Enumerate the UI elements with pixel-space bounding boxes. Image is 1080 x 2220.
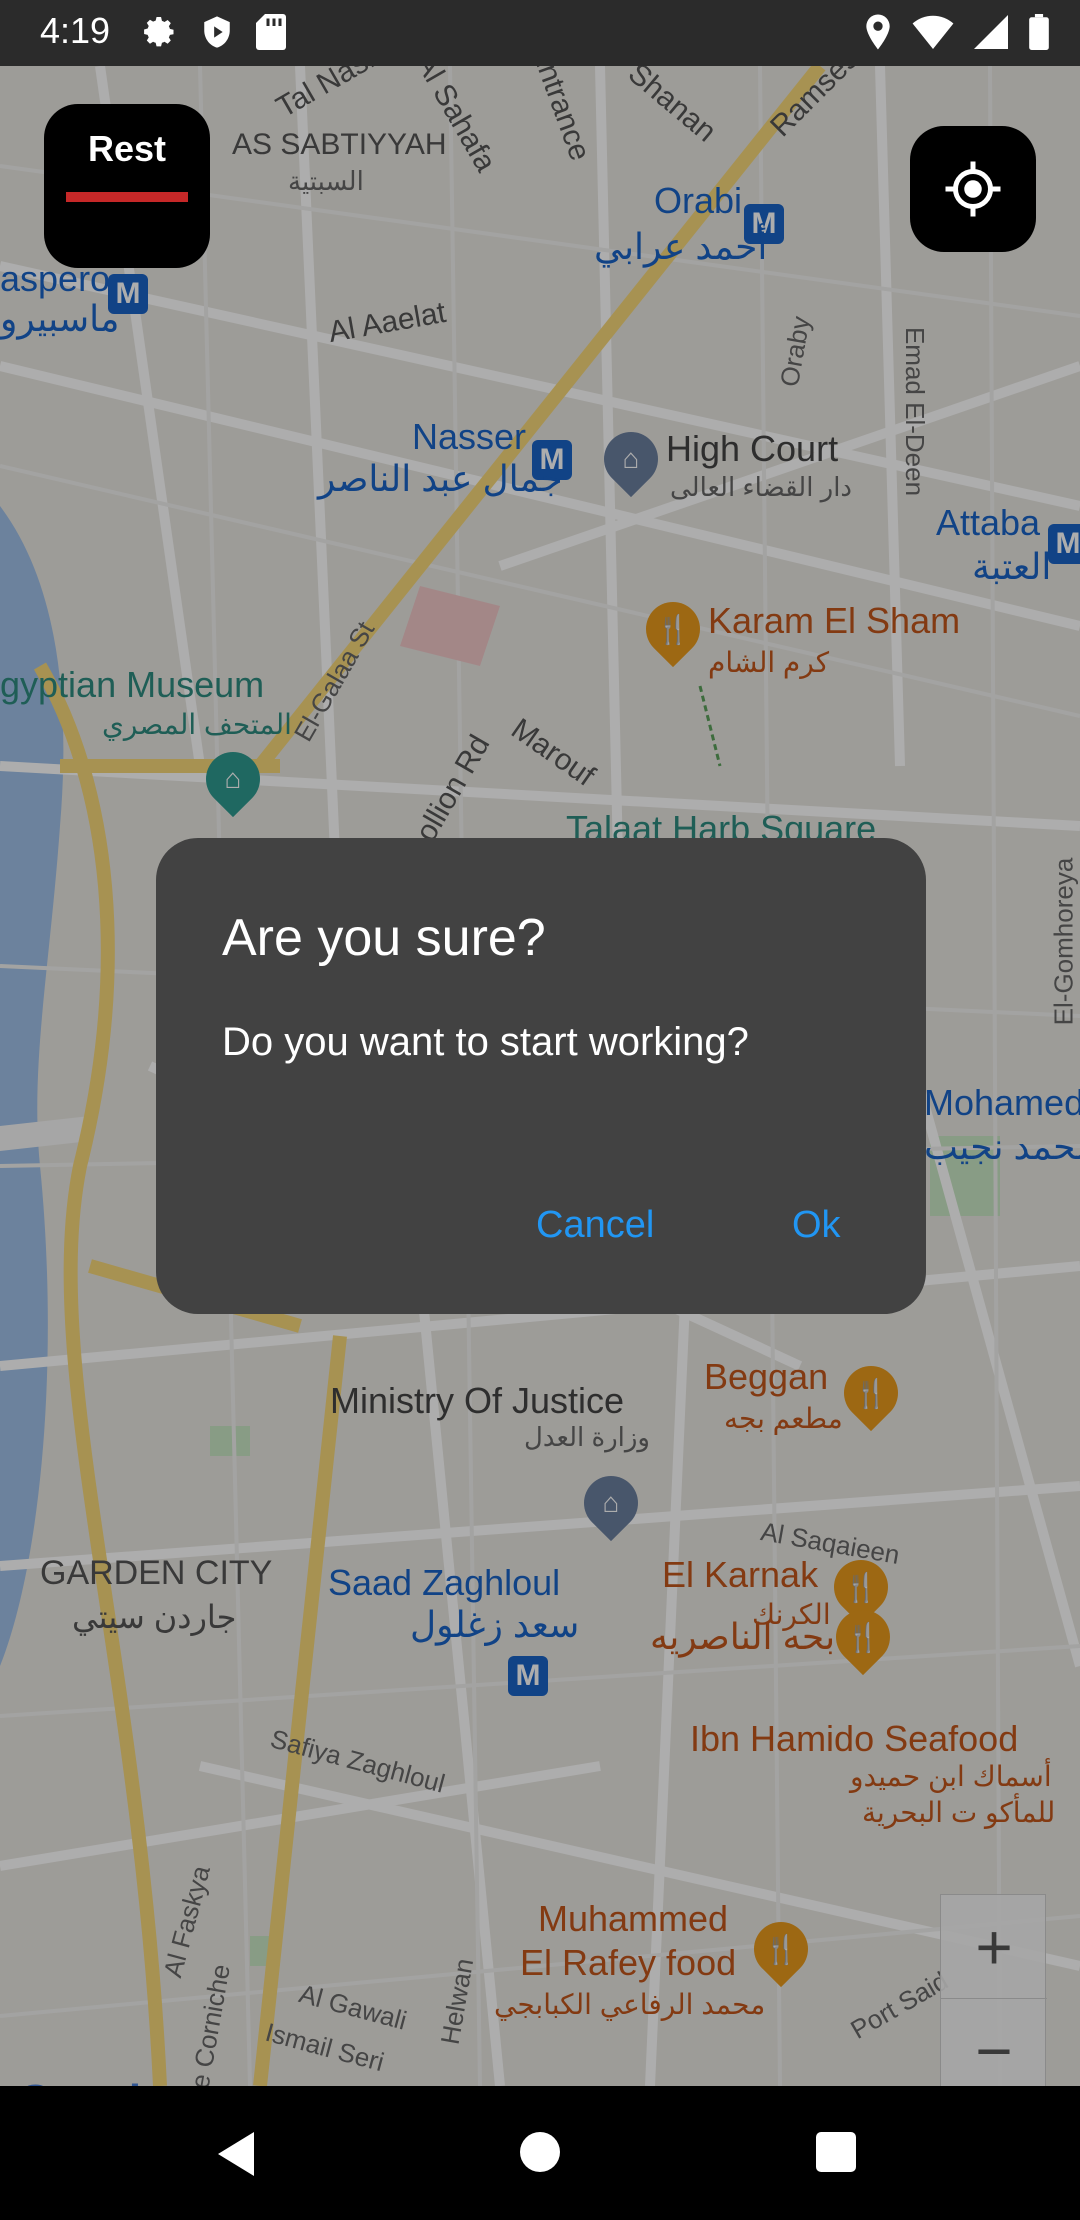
settings-icon [144, 17, 174, 47]
dialog-message: Do you want to start working? [222, 1020, 749, 1064]
back-icon[interactable] [218, 2132, 258, 2176]
signal-icon [974, 15, 1008, 49]
status-bar: 4:19 [0, 0, 1080, 66]
rest-status-indicator [66, 192, 188, 202]
status-icons-left [142, 14, 286, 50]
dialog-title: Are you sure? [222, 909, 546, 967]
cancel-button[interactable]: Cancel [536, 1204, 654, 1247]
recents-icon[interactable] [816, 2132, 856, 2172]
ok-button[interactable]: Ok [792, 1204, 841, 1247]
wifi-icon [912, 15, 954, 49]
battery-icon [1029, 14, 1049, 50]
rest-label: Rest [87, 128, 167, 169]
status-time: 4:19 [40, 10, 111, 51]
system-nav-bar [0, 2086, 1080, 2220]
confirm-dialog: Are you sure? Do you want to start worki… [156, 838, 926, 1314]
sd-card-icon [256, 14, 286, 50]
status-icons-right [864, 14, 1050, 50]
shield-play-icon [204, 16, 230, 48]
crosshair-icon [945, 161, 1001, 217]
my-location-button[interactable] [910, 126, 1036, 252]
location-icon [866, 14, 890, 50]
home-icon[interactable] [520, 2132, 560, 2172]
rest-toggle-button[interactable]: Rest [44, 104, 210, 268]
